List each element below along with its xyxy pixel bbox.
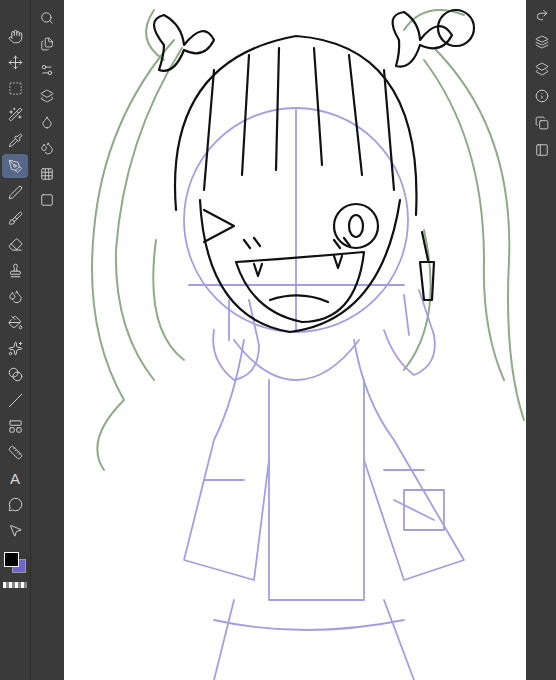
tool-button[interactable]	[2, 518, 28, 542]
tool-button[interactable]	[2, 232, 28, 256]
sub-tool-button[interactable]	[34, 6, 60, 30]
ruler-icon	[8, 445, 23, 460]
sub-tool-column	[31, 0, 62, 680]
tool-button[interactable]	[2, 206, 28, 230]
tool-button[interactable]	[2, 50, 28, 74]
text-tool-label: A	[10, 471, 20, 486]
tool-button[interactable]	[2, 414, 28, 438]
balloon-icon	[8, 497, 23, 512]
panel-button[interactable]	[530, 139, 554, 161]
object-icon	[8, 523, 23, 538]
panel-button[interactable]	[530, 112, 554, 134]
tool-button[interactable]	[2, 336, 28, 360]
sub-tool-button[interactable]	[34, 110, 60, 134]
tool-button[interactable]	[2, 76, 28, 100]
tool-button[interactable]: A	[2, 466, 28, 490]
pen-icon	[8, 159, 23, 174]
canvas[interactable]	[64, 0, 526, 680]
frame-icon	[8, 419, 23, 434]
eraser-icon	[8, 237, 23, 252]
sub-tool-icon	[40, 63, 54, 77]
sub-tool-icon	[40, 37, 54, 51]
transparent-swatch[interactable]	[3, 582, 27, 588]
move-icon	[8, 55, 23, 70]
magic-wand-icon	[8, 107, 23, 122]
sub-tool-button[interactable]	[34, 188, 60, 212]
tool-button[interactable]	[2, 154, 28, 178]
gradient-icon	[8, 367, 23, 382]
pencil-icon	[8, 185, 23, 200]
app: A	[0, 0, 556, 680]
effect-icon	[8, 341, 23, 356]
brush-icon	[8, 211, 23, 226]
sub-tool-button[interactable]	[34, 58, 60, 82]
sub-tool-icon	[40, 11, 54, 25]
tool-button[interactable]	[2, 180, 28, 204]
tool-button[interactable]	[2, 102, 28, 126]
right-panel	[528, 0, 556, 680]
line-icon	[8, 393, 23, 408]
tool-button[interactable]	[2, 310, 28, 334]
panel-button[interactable]	[530, 85, 554, 107]
sub-tool-icon	[40, 167, 54, 181]
panel-icon	[535, 143, 549, 157]
panel-icon	[535, 8, 549, 22]
panel-button[interactable]	[530, 4, 554, 26]
tool-button[interactable]	[2, 492, 28, 516]
selection-icon	[8, 81, 23, 96]
sub-tool-button[interactable]	[34, 136, 60, 160]
main-color-swatch[interactable]	[4, 552, 19, 567]
tool-button[interactable]	[2, 284, 28, 308]
blend-icon	[8, 289, 23, 304]
sub-tool-icon	[40, 89, 54, 103]
panel-icon	[535, 35, 549, 49]
sub-tool-icon	[40, 193, 54, 207]
panel-button[interactable]	[530, 58, 554, 80]
tool-column: A	[0, 0, 31, 680]
sub-tool-button[interactable]	[34, 32, 60, 56]
sub-tool-button[interactable]	[34, 84, 60, 108]
panel-button[interactable]	[530, 31, 554, 53]
sketch-drawing	[64, 0, 526, 680]
eyedropper-icon	[8, 133, 23, 148]
tool-button[interactable]	[2, 440, 28, 464]
panel-icon	[535, 116, 549, 130]
panel-icon	[535, 62, 549, 76]
hand-icon	[8, 29, 23, 44]
canvas-area	[62, 0, 528, 680]
fill-icon	[8, 315, 23, 330]
color-swatches[interactable]	[2, 552, 28, 576]
tool-button[interactable]	[2, 258, 28, 282]
sub-tool-button[interactable]	[34, 162, 60, 186]
tool-button[interactable]	[2, 362, 28, 386]
tool-button[interactable]	[2, 24, 28, 48]
panel-icon	[535, 89, 549, 103]
sub-tool-icon	[40, 115, 54, 129]
tool-button[interactable]	[2, 128, 28, 152]
tool-panel: A	[0, 0, 62, 680]
sub-tool-icon	[40, 141, 54, 155]
tool-button[interactable]	[2, 388, 28, 412]
decoration-icon	[8, 263, 23, 278]
